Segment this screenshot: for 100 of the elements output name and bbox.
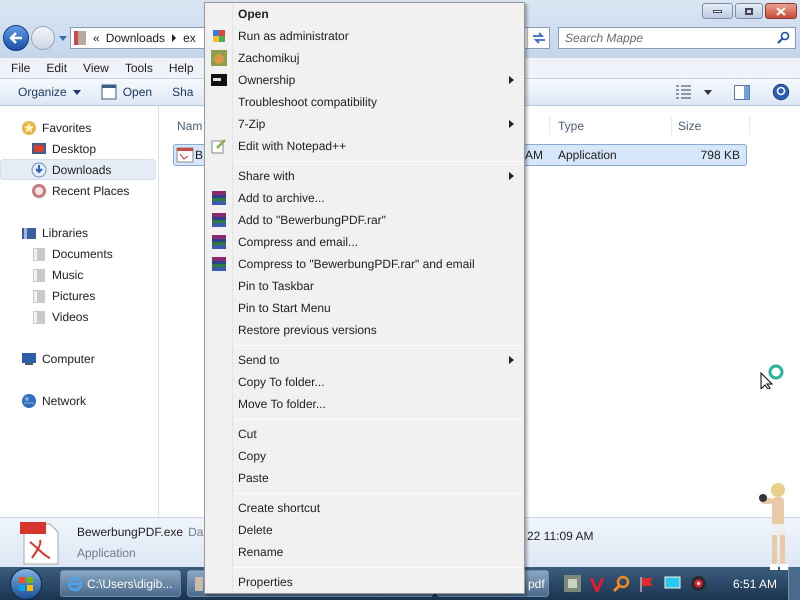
- globe-icon: [21, 392, 37, 408]
- menu-item[interactable]: Cut: [205, 423, 524, 445]
- menu-item[interactable]: View: [75, 59, 117, 77]
- file-type: Application: [558, 147, 618, 164]
- menu-item[interactable]: Troubleshoot compatibility: [205, 91, 524, 113]
- sidebar-item[interactable]: Computer: [0, 348, 156, 369]
- magnifier-icon[interactable]: [613, 575, 630, 592]
- menu-item[interactable]: Add to "BewerbungPDF.rar": [205, 209, 524, 231]
- search-icon: [777, 31, 790, 44]
- help-icon[interactable]: [772, 83, 790, 101]
- menu-item[interactable]: Send to: [205, 349, 524, 371]
- sidebar-item[interactable]: Music: [0, 264, 156, 285]
- speaker-icon[interactable]: [690, 575, 707, 592]
- archive-icon: [211, 256, 227, 272]
- taskbar-button[interactable]: C:\Users\digib...: [60, 570, 181, 597]
- menu-item[interactable]: Edit with Notepad++: [205, 135, 524, 157]
- menu-item[interactable]: Compress to "BewerbungPDF.rar" and email: [205, 253, 524, 275]
- library-folder-icon: [31, 288, 47, 304]
- minimize-button[interactable]: [702, 3, 733, 19]
- submenu-arrow-icon: [509, 356, 514, 364]
- restore-button[interactable]: [735, 3, 763, 19]
- submenu-arrow-icon: [509, 76, 514, 84]
- app-icon: [211, 50, 227, 66]
- back-button[interactable]: [3, 25, 29, 51]
- desktop-icon: [31, 140, 47, 156]
- date-modified: AM: [525, 147, 544, 164]
- library-folder-icon: [31, 246, 47, 262]
- refresh-icon: [532, 32, 546, 44]
- folder-icon: [73, 30, 87, 46]
- toolbar-button[interactable]: Open: [94, 83, 158, 101]
- file-name: BewerbungPDF.exe: [77, 524, 184, 541]
- menu-item[interactable]: Add to archive...: [205, 187, 524, 209]
- sidebar-item[interactable]: Network: [0, 390, 156, 411]
- menu-item[interactable]: Paste: [205, 467, 524, 489]
- file-type: Application: [77, 545, 136, 562]
- preview-pane-icon[interactable]: [734, 84, 750, 100]
- archive-icon: [211, 212, 227, 228]
- application-icon: [176, 147, 194, 163]
- column-header[interactable]: Type: [550, 116, 672, 134]
- sidebar-item[interactable]: Desktop: [0, 138, 156, 159]
- sidebar-item[interactable]: Videos: [0, 306, 156, 327]
- column-header[interactable]: Size: [672, 116, 750, 134]
- menu-item[interactable]: Copy To folder...: [205, 371, 524, 393]
- sidebar-item[interactable]: Libraries: [0, 222, 156, 243]
- downloads-icon: [31, 162, 47, 178]
- menu-item[interactable]: Open: [205, 3, 524, 25]
- windows-logo-icon: [18, 576, 34, 592]
- menu-item[interactable]: Restore previous versions: [205, 319, 524, 341]
- sidebar-item[interactable]: Favorites: [0, 117, 156, 138]
- menu-item[interactable]: Copy: [205, 445, 524, 467]
- shield-icon: [211, 28, 227, 44]
- caret-icon: [72, 90, 81, 94]
- view-list-icon[interactable]: [676, 85, 692, 99]
- toolbar-button[interactable]: Sha: [166, 83, 200, 101]
- toolbar-button[interactable]: Organize: [12, 83, 87, 101]
- menu-item[interactable]: Pin to Start Menu: [205, 297, 524, 319]
- menu-item[interactable]: File: [3, 59, 38, 77]
- detail-date: 22 11:09 AM: [527, 528, 594, 545]
- busy-cursor-icon: [759, 363, 785, 389]
- menu-item[interactable]: Compress and email...: [205, 231, 524, 253]
- computer-icon: [21, 350, 37, 366]
- submenu-arrow-icon: [509, 120, 514, 128]
- menu-item[interactable]: Create shortcut: [205, 497, 524, 519]
- console-icon: [211, 72, 227, 88]
- close-button[interactable]: [765, 3, 797, 19]
- detail-label: Da: [188, 524, 204, 541]
- sidebar-item[interactable]: Recent Places: [0, 180, 156, 201]
- window-icon: [100, 84, 117, 100]
- folder-icon: [194, 576, 204, 592]
- history-dropdown-icon[interactable]: [58, 34, 68, 42]
- globe-e-icon: [67, 576, 83, 592]
- menu-item[interactable]: Edit: [38, 59, 76, 77]
- start-button[interactable]: [10, 568, 42, 600]
- file-name: B: [195, 147, 204, 164]
- caret-icon[interactable]: [704, 90, 712, 94]
- sidebar-item[interactable]: Documents: [0, 243, 156, 264]
- menu-item[interactable]: 7-Zip: [205, 113, 524, 135]
- menu-item[interactable]: Properties: [205, 571, 524, 593]
- menu-item[interactable]: Delete: [205, 519, 524, 541]
- menu-item[interactable]: Run as administrator: [205, 25, 524, 47]
- clock[interactable]: 6:51 AM: [733, 574, 778, 592]
- submenu-arrow-icon: [509, 172, 514, 180]
- monitor-icon[interactable]: [664, 576, 681, 591]
- menu-item[interactable]: Ownership: [205, 69, 524, 91]
- menu-item[interactable]: Pin to Taskbar: [205, 275, 524, 297]
- menu-item[interactable]: Move To folder...: [205, 393, 524, 415]
- library-folder-icon: [31, 308, 47, 324]
- menu-item[interactable]: Zachomikuj: [205, 47, 524, 69]
- library-folder-icon: [31, 266, 47, 282]
- menu-item[interactable]: Tools: [116, 59, 161, 77]
- menu-item[interactable]: Share with: [205, 165, 524, 187]
- flag-icon[interactable]: [639, 576, 655, 592]
- sidebar-item[interactable]: Downloads: [0, 159, 156, 180]
- menu-item[interactable]: Rename: [205, 541, 524, 563]
- sidebar-item[interactable]: Pictures: [0, 285, 156, 306]
- close-icon: [776, 6, 786, 16]
- breadcrumb-arrow-icon[interactable]: [171, 34, 178, 42]
- menu-item[interactable]: Help: [160, 59, 202, 77]
- archive-icon: [211, 234, 227, 250]
- search-field[interactable]: Search Mappe: [558, 27, 796, 49]
